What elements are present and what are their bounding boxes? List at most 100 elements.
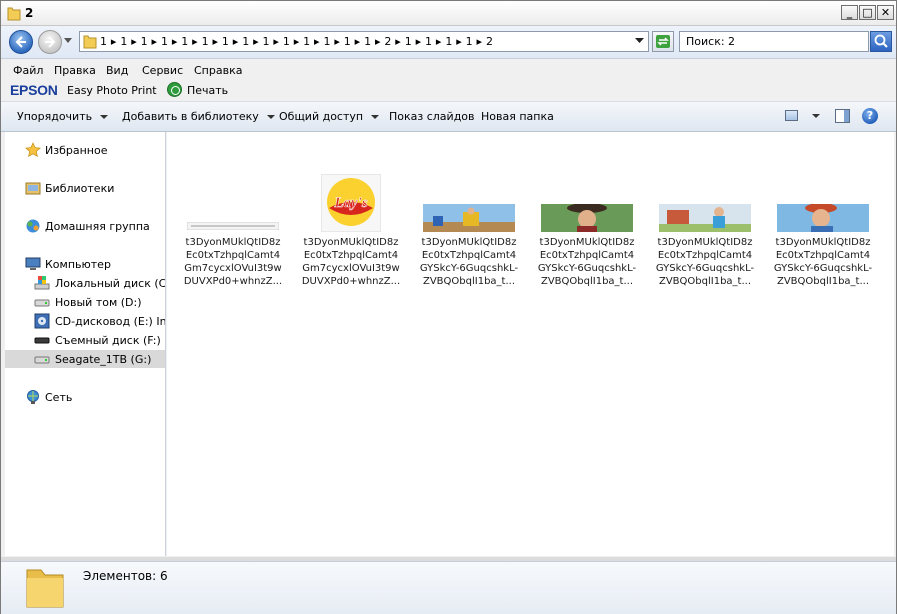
refresh-icon [656,35,670,48]
view-icon[interactable] [785,110,798,121]
menu-file[interactable]: Файл [13,64,43,77]
forward-button[interactable] [38,30,62,54]
item-count: Элементов: 6 [83,569,168,583]
search-input[interactable]: Поиск: 2 [679,31,869,52]
recent-pages-dropdown[interactable] [64,38,72,43]
chevron-down-icon [100,115,109,119]
library-icon [25,182,41,195]
star-icon [25,142,41,157]
nav-network-label: Сеть [45,391,73,404]
file-list: t3DyonMUklQtID8z Ec0txTzhpqlCamt4 Gm7cycxl… [167,132,894,556]
nav-homegroup[interactable]: Домашняя группа [5,217,165,235]
slideshow-button[interactable]: Показ слайдов [389,110,475,123]
nav-drive-f[interactable]: Съемный диск (F:) [5,331,165,349]
nav-drive-e-label: CD-дисковод (E:) Inte [55,315,166,328]
help-icon[interactable]: ? [862,108,878,124]
file-name: t3DyonMUklQtID8z Ec0txTzhpqlCamt4 GYSkcY-6… [419,237,519,287]
homegroup-icon [26,219,40,233]
maximize-button[interactable]: □ [859,5,876,20]
nav-drive-g-label: Seagate_1TB (G:) [55,353,152,366]
share-label: Общий доступ [279,110,364,123]
file-name: t3DyonMUklQtID8z Ec0txTzhpqlCamt4 GYSkcY-6… [655,237,755,287]
file-item[interactable]: t3DyonMUklQtID8z Ec0txTzhpqlCamt4 GYSkcY-6… [653,170,757,290]
add-to-library-label: Добавить в библиотеку [122,110,259,123]
nav-drive-f-label: Съемный диск (F:) [55,334,161,347]
computer-icon [25,257,41,270]
file-name: t3DyonMUklQtID8z Ec0txTzhpqlCamt4 GYSkcY-6… [773,237,873,287]
menu-bar: Файл Правка Вид Сервис Справка [1,59,896,79]
nav-drive-c-label: Локальный диск (C:) [55,277,166,290]
nav-libraries[interactable]: Библиотеки [5,179,165,197]
folder-icon [7,7,21,21]
address-bar[interactable]: 1 ▸ 1 ▸ 1 ▸ 1 ▸ 1 ▸ 1 ▸ 1 ▸ 1 ▸ 1 ▸ 1 ▸ … [79,31,649,52]
drive-icon [34,356,50,364]
image-thumbnail [423,204,515,232]
lays-logo-text: Lay's [333,195,367,211]
command-bar: Упорядочить Добавить в библиотеку Общий … [1,101,896,132]
title-bar: 2 _ □ ✕ [1,1,896,26]
new-folder-button[interactable]: Новая папка [481,110,554,123]
epson-logo: EPSON [10,82,58,98]
breadcrumb[interactable]: 1 ▸ 1 ▸ 1 ▸ 1 ▸ 1 ▸ 1 ▸ 1 ▸ 1 ▸ 1 ▸ 1 ▸ … [100,35,493,48]
window-title: 2 [25,6,34,20]
arrow-right-icon [45,36,56,48]
file-item[interactable]: t3DyonMUklQtID8z Ec0txTzhpqlCamt4 GYSkcY-6… [771,170,875,290]
print-icon [167,82,182,97]
search-input-value: Поиск: 2 [686,35,736,48]
epson-app-button[interactable]: Easy Photo Print [67,84,157,97]
minimize-button[interactable]: _ [841,5,858,20]
epson-toolbar: EPSON Easy Photo Print Печать [1,79,896,101]
nav-homegroup-label: Домашняя группа [45,220,150,233]
close-button[interactable]: ✕ [877,5,894,20]
view-dropdown[interactable] [812,114,820,118]
preview-pane-icon[interactable] [835,109,850,123]
image-thumbnail [777,204,869,232]
chevron-down-icon [266,115,275,119]
nav-drive-c[interactable]: Локальный диск (C:) [5,274,165,292]
nav-drive-d-label: Новый том (D:) [55,296,142,309]
folder-icon [83,35,97,49]
add-to-library-button[interactable]: Добавить в библиотеку [122,110,275,123]
refresh-button[interactable] [652,31,674,52]
nav-network[interactable]: Сеть [5,388,165,406]
chevron-down-icon [371,115,380,119]
search-icon [874,34,888,48]
organize-button[interactable]: Упорядочить [17,110,109,123]
folder-icon [26,569,64,608]
menu-tools[interactable]: Сервис [142,64,183,77]
menu-view[interactable]: Вид [106,64,128,77]
file-item[interactable]: t3DyonMUklQtID8z Ec0txTzhpqlCamt4 Gm7cycxl… [181,170,285,290]
image-thumbnail [659,204,751,232]
arrow-left-icon [15,36,26,48]
nav-drive-d[interactable]: Новый том (D:) [5,293,165,311]
file-name: t3DyonMUklQtID8z Ec0txTzhpqlCamt4 Gm7cycxl… [301,237,401,287]
removable-drive-icon [34,337,50,344]
menu-edit[interactable]: Правка [54,64,96,77]
share-button[interactable]: Общий доступ [279,110,380,123]
menu-help[interactable]: Справка [194,64,242,77]
image-thumbnail: Lay's [321,174,381,232]
back-button[interactable] [9,30,33,54]
search-button[interactable] [870,31,892,52]
cd-drive-icon [34,313,50,329]
organize-label: Упорядочить [17,110,93,123]
file-item[interactable]: t3DyonMUklQtID8z Ec0txTzhpqlCamt4 GYSkcY-6… [535,170,639,290]
drive-icon [34,299,50,307]
nav-favorites[interactable]: Избранное [5,141,165,159]
network-icon [27,390,39,404]
nav-computer-label: Компьютер [45,258,111,271]
system-drive-icon [34,276,50,290]
file-name: t3DyonMUklQtID8z Ec0txTzhpqlCamt4 GYSkcY-6… [537,237,637,287]
nav-drive-g[interactable]: Seagate_1TB (G:) [5,350,165,368]
nav-computer[interactable]: Компьютер [5,255,165,273]
file-item[interactable]: Lay's t3DyonMUklQtID8z Ec0txTzhpqlCamt4 Gm… [299,170,403,290]
file-item[interactable]: t3DyonMUklQtID8z Ec0txTzhpqlCamt4 GYSkcY-6… [417,170,521,290]
print-button[interactable]: Печать [187,84,228,97]
file-name: t3DyonMUklQtID8z Ec0txTzhpqlCamt4 Gm7cycxl… [183,237,283,287]
details-pane: Элементов: 6 [1,561,896,614]
nav-favorites-label: Избранное [45,144,108,157]
nav-drive-e[interactable]: CD-дисковод (E:) Inte [5,312,165,330]
nav-libraries-label: Библиотеки [45,182,115,195]
chevron-down-icon[interactable] [635,38,644,43]
image-thumbnail [541,204,633,232]
